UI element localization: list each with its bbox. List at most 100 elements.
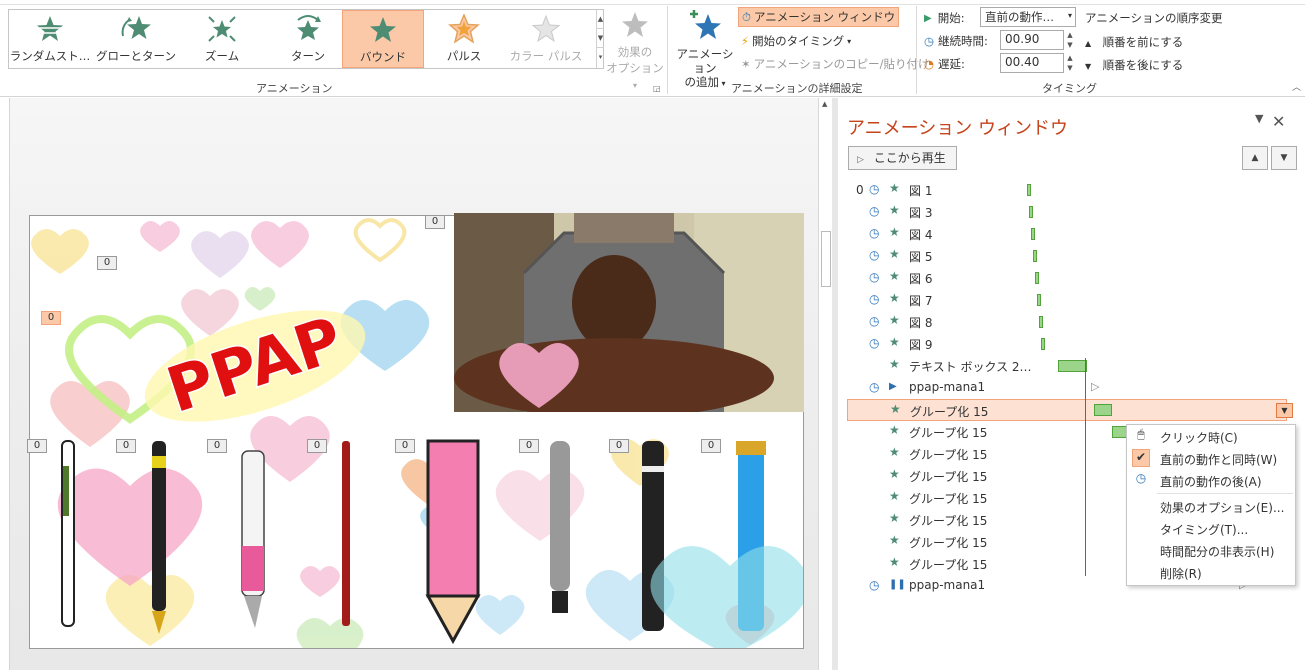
timeline-bar[interactable] [1094,404,1112,416]
item-name: グループ化 15 [910,405,989,419]
context-menu: 🖱 クリック時(C) ✔ 直前の動作と同時(W) ◷ 直前の動作の後(A) 効果… [1126,424,1296,586]
delay-label: 遅延: [938,57,965,71]
gallery-scroll-up-icon[interactable]: ▲ [597,10,604,29]
menu-label: 削除(R) [1160,567,1202,581]
gallery-more-icon[interactable]: ▾ [597,48,604,67]
animation-list-item[interactable]: ◷ ★ 図 8 [847,311,1287,333]
timeline-bar[interactable] [1041,338,1045,350]
item-name: 図 8 [909,316,933,330]
dialog-launcher-icon[interactable]: ◲ [653,84,661,93]
scroll-up-icon[interactable]: ▲ [822,100,827,108]
effect-options-button[interactable]: 効果の オプション ▾ [606,10,664,90]
star-icon: ★ [889,291,900,305]
animation-list-item[interactable]: ◷ ▶ ppap-mana1 [847,377,1287,399]
item-dropdown-button[interactable]: ▼ [1276,403,1293,418]
menu-item-hide-timeline[interactable]: 時間配分の非表示(H) [1127,539,1295,561]
menu-item-remove[interactable]: 削除(R) [1127,561,1295,583]
timeline-bar[interactable] [1033,250,1037,262]
delay-spinner[interactable]: ▲ ▼ [1064,53,1076,73]
animation-list-item[interactable]: ◷ ★ 図 5 [847,245,1287,267]
gallery-scrollbar[interactable]: ▲ ▼ ▾ [596,10,604,68]
timeline-bar[interactable] [1029,206,1033,218]
animation-painter-button[interactable]: ✶ アニメーションのコピー/貼り付け [738,54,933,74]
gallery-item-label: カラー パルス [509,49,583,63]
move-later-button[interactable]: ▼ 順番を後にする [1085,57,1183,73]
timeline-bar[interactable] [1058,360,1087,372]
move-down-button[interactable]: ▼ [1271,146,1297,170]
timeline-bar[interactable] [1031,228,1035,240]
dropdown-arrow-icon: ▾ [1067,11,1072,20]
animation-painter-label: アニメーションのコピー/貼り付け [753,57,930,71]
animation-list-item[interactable]: ◷ ★ 図 9 [847,333,1287,355]
timeline-bar[interactable] [1035,272,1039,284]
gallery-item-random-stripes[interactable]: ランダムスト… [9,10,91,68]
random-stripes-icon [37,16,63,41]
start-play-icon: ▶ [924,12,932,24]
animation-order-badge: 0 [307,439,327,453]
trigger-button[interactable]: ⚡ 開始のタイミング ▾ [738,31,854,51]
slide-scrollbar[interactable]: ▲ [818,98,832,670]
duration-label: 継続時間: [938,34,988,48]
duration-spinner[interactable]: ▲ ▼ [1064,30,1076,50]
animation-list-item[interactable]: 0 ◷ ★ 図 1 [847,179,1287,201]
timeline-bar[interactable] [1037,294,1041,306]
delay-input[interactable]: 00.40 [1000,53,1064,73]
star-icon: ★ [889,247,900,261]
move-earlier-label: 順番を前にする [1102,35,1184,49]
duration-input[interactable]: 00.90 [1000,30,1064,50]
scrollbar-thumb[interactable] [821,231,831,287]
menu-item-effect-options[interactable]: 効果のオプション(E)... [1127,495,1295,517]
gallery-item-label: ターン [291,49,325,63]
animation-list-item[interactable]: ◷ ★ 図 3 [847,201,1287,223]
start-row: ▶ 開始: [924,7,965,29]
animation-list-item[interactable]: ◷ ★ 図 4 [847,223,1287,245]
gallery-scroll-down-icon[interactable]: ▼ [597,29,604,48]
gallery-item-color-pulse[interactable]: カラー パルス [505,10,587,68]
timeline-marker [1085,358,1086,576]
move-earlier-button[interactable]: ▲ 順番を前にする [1085,34,1183,50]
close-icon[interactable]: ✕ [1272,112,1285,131]
group-label-timing: タイミング [1042,82,1097,95]
animation-list-item[interactable]: ◷ ★ 図 6 [847,267,1287,289]
timeline-bar[interactable] [1039,316,1043,328]
menu-item-after-previous[interactable]: ◷ 直前の動作の後(A) [1127,469,1295,491]
gallery-item-turn[interactable]: ターン [267,10,349,68]
animation-order-badge: 0 [425,215,445,229]
star-icon: ★ [889,357,900,371]
menu-label: 効果のオプション(E)... [1160,501,1285,515]
gallery-item-grow-turn[interactable]: グローとターン [95,10,177,68]
pane-title: アニメーション ウィンドウ [847,118,1069,139]
item-name: 図 5 [909,250,933,264]
menu-label: タイミング(T)... [1160,523,1249,537]
item-name: グループ化 15 [909,426,988,440]
pane-options-icon[interactable]: ▼ [1255,112,1263,125]
star-icon: ★ [889,489,900,503]
play-from-button[interactable]: ▷ ここから再生 [848,146,957,170]
move-up-button[interactable]: ▲ [1242,146,1268,170]
gallery-item-label: グローとターン [96,49,176,63]
menu-item-timing[interactable]: タイミング(T)... [1127,517,1295,539]
item-name: 図 4 [909,228,933,242]
animation-pane-label: アニメーション ウィンドウ [753,10,896,24]
star-icon: ★ [889,467,900,481]
gallery-item-bounce[interactable]: バウンド [342,10,424,68]
dog-photo[interactable] [454,213,804,412]
gallery-item-pulse[interactable]: パルス [423,10,505,68]
animation-list-item[interactable]: ◷ ★ 図 7 [847,289,1287,311]
animation-list-item[interactable]: ★ グループ化 15 ▼ [847,399,1293,421]
duration-row: ◷ 継続時間: [924,30,988,52]
timeline-bar[interactable] [1027,184,1031,196]
clock-icon: ◷ [869,270,880,284]
menu-item-on-click[interactable]: 🖱 クリック時(C) [1127,425,1295,447]
clock-icon: ◷ [869,182,880,196]
gallery-item-zoom[interactable]: ズーム [181,10,263,68]
star-icon: ★ [889,555,900,569]
animation-pane-button[interactable]: ⏱ アニメーション ウィンドウ [738,7,900,27]
turn-icon [297,15,321,40]
collapse-ribbon-icon[interactable]: ︿ [1292,80,1301,93]
menu-item-with-previous[interactable]: ✔ 直前の動作と同時(W) [1127,447,1295,469]
star-icon: ★ [889,445,900,459]
add-animation-button[interactable]: アニメーション の追加 ▾ [672,10,738,91]
start-select[interactable]: 直前の動作… ▾ [980,7,1076,27]
dropdown-arrow-icon: ▾ [718,79,726,88]
